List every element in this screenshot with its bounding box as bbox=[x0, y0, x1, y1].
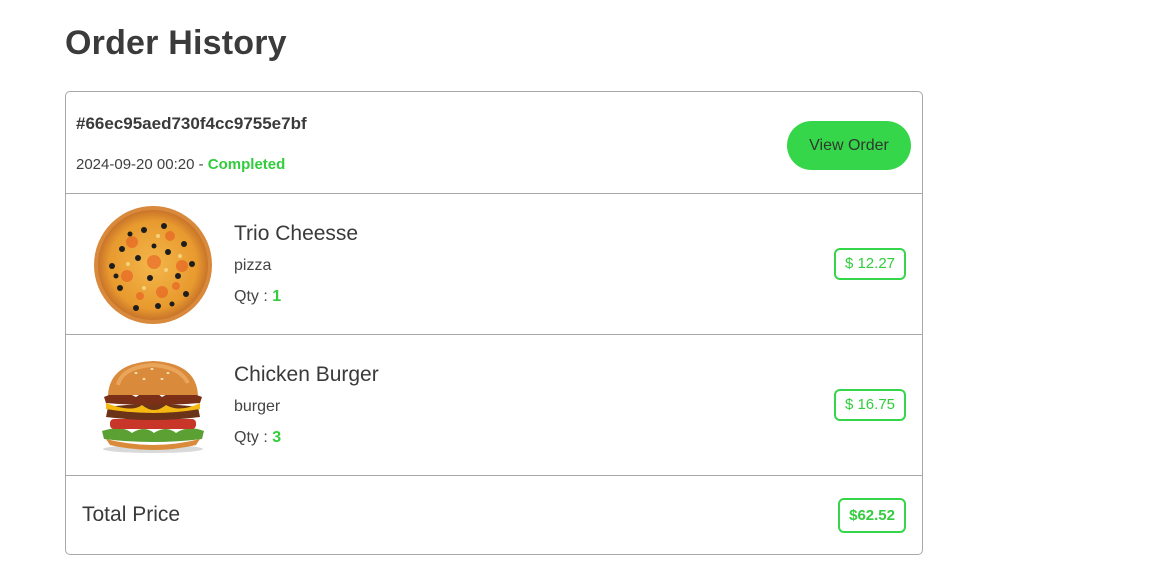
order-item-row: Trio Cheesse pizza Qty : 1 $ 12.27 bbox=[66, 194, 922, 335]
total-price-badge: $62.52 bbox=[838, 498, 906, 533]
qty-label: Qty : bbox=[234, 288, 273, 305]
order-datetime: 2024-09-20 00:20 bbox=[76, 156, 195, 173]
qty-value: 3 bbox=[272, 429, 282, 446]
qty-label: Qty : bbox=[234, 429, 273, 446]
order-card: #66ec95aed730f4cc9755e7bf 2024-09-20 00:… bbox=[65, 91, 923, 555]
item-quantity: Qty : 1 bbox=[234, 288, 281, 306]
pizza-image bbox=[92, 204, 214, 326]
item-quantity: Qty : 3 bbox=[234, 429, 281, 447]
order-item-row: Chicken Burger burger Qty : 3 $ 16.75 bbox=[66, 335, 922, 476]
page-title: Order History bbox=[65, 24, 287, 62]
qty-value: 1 bbox=[272, 288, 282, 305]
item-category: pizza bbox=[234, 257, 272, 274]
order-status: Completed bbox=[207, 156, 286, 173]
item-price-badge: $ 16.75 bbox=[833, 389, 906, 421]
order-id: #66ec95aed730f4cc9755e7bf bbox=[76, 114, 307, 133]
item-name: Chicken Burger bbox=[234, 363, 379, 386]
item-category: burger bbox=[234, 398, 281, 415]
total-price-label: Total Price bbox=[82, 503, 181, 526]
burger-image bbox=[92, 345, 214, 467]
order-meta: 2024-09-20 00:20 - Completed bbox=[76, 156, 285, 173]
view-order-button[interactable]: View Order bbox=[787, 121, 911, 170]
order-meta-separator: - bbox=[194, 156, 208, 173]
item-price-badge: $ 12.27 bbox=[833, 248, 906, 280]
total-row: Total Price $62.52 bbox=[66, 476, 922, 554]
order-header: #66ec95aed730f4cc9755e7bf 2024-09-20 00:… bbox=[66, 92, 922, 194]
item-name: Trio Cheesse bbox=[234, 222, 359, 245]
